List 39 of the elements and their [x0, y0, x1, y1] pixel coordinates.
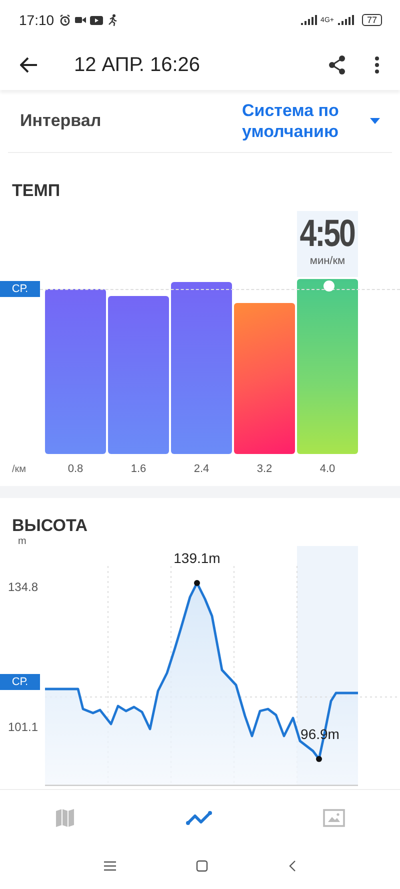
min-point [316, 756, 322, 762]
back-arrow-icon[interactable] [20, 57, 38, 73]
axis-label: 3.2 [256, 463, 274, 475]
interval-dropdown[interactable]: Система по умолчанию [242, 100, 380, 142]
selected-bar-highlight: 4:50 мин/км [297, 211, 358, 277]
elevation-title: ВЫСОТА [11, 516, 89, 536]
max-point [194, 580, 200, 586]
axis-label: 1.6 [130, 463, 148, 475]
battery-level: 77 [362, 14, 382, 26]
selection-dot [323, 280, 335, 292]
screen-title: 12 АПР. 16:26 [74, 54, 200, 76]
axis-label: 134.8 [8, 580, 38, 594]
line-chart-icon [186, 811, 212, 825]
play-icon [90, 16, 104, 24]
menu-icon[interactable] [104, 861, 116, 871]
axis-unit: m [18, 536, 26, 547]
video-camera-icon [75, 16, 86, 24]
home-icon[interactable] [196, 860, 208, 872]
signal-icon [300, 15, 317, 25]
axis-label: 2.4 [192, 463, 210, 475]
map-icon [55, 808, 76, 828]
max-value-label: 139.1m [174, 550, 220, 566]
axis-label: 101.1 [8, 720, 38, 734]
back-icon[interactable] [288, 860, 296, 872]
image-icon [322, 809, 345, 827]
axis-unit: /км [11, 464, 28, 474]
dropdown-caret-icon [370, 118, 380, 124]
pace-title: ТЕМП [11, 181, 62, 201]
signal-icon [338, 15, 354, 25]
alarm-icon [59, 14, 72, 26]
axis-label: 0.8 [66, 463, 84, 475]
status-time: 17:10 [19, 12, 54, 28]
more-options-icon[interactable] [374, 56, 380, 74]
average-label: СР. [0, 281, 40, 297]
runner-icon [107, 14, 118, 26]
share-icon[interactable] [328, 55, 346, 75]
interval-label: Интервал [20, 111, 102, 131]
average-label: СР. [0, 674, 40, 690]
axis-label: 4.0 [318, 463, 336, 475]
